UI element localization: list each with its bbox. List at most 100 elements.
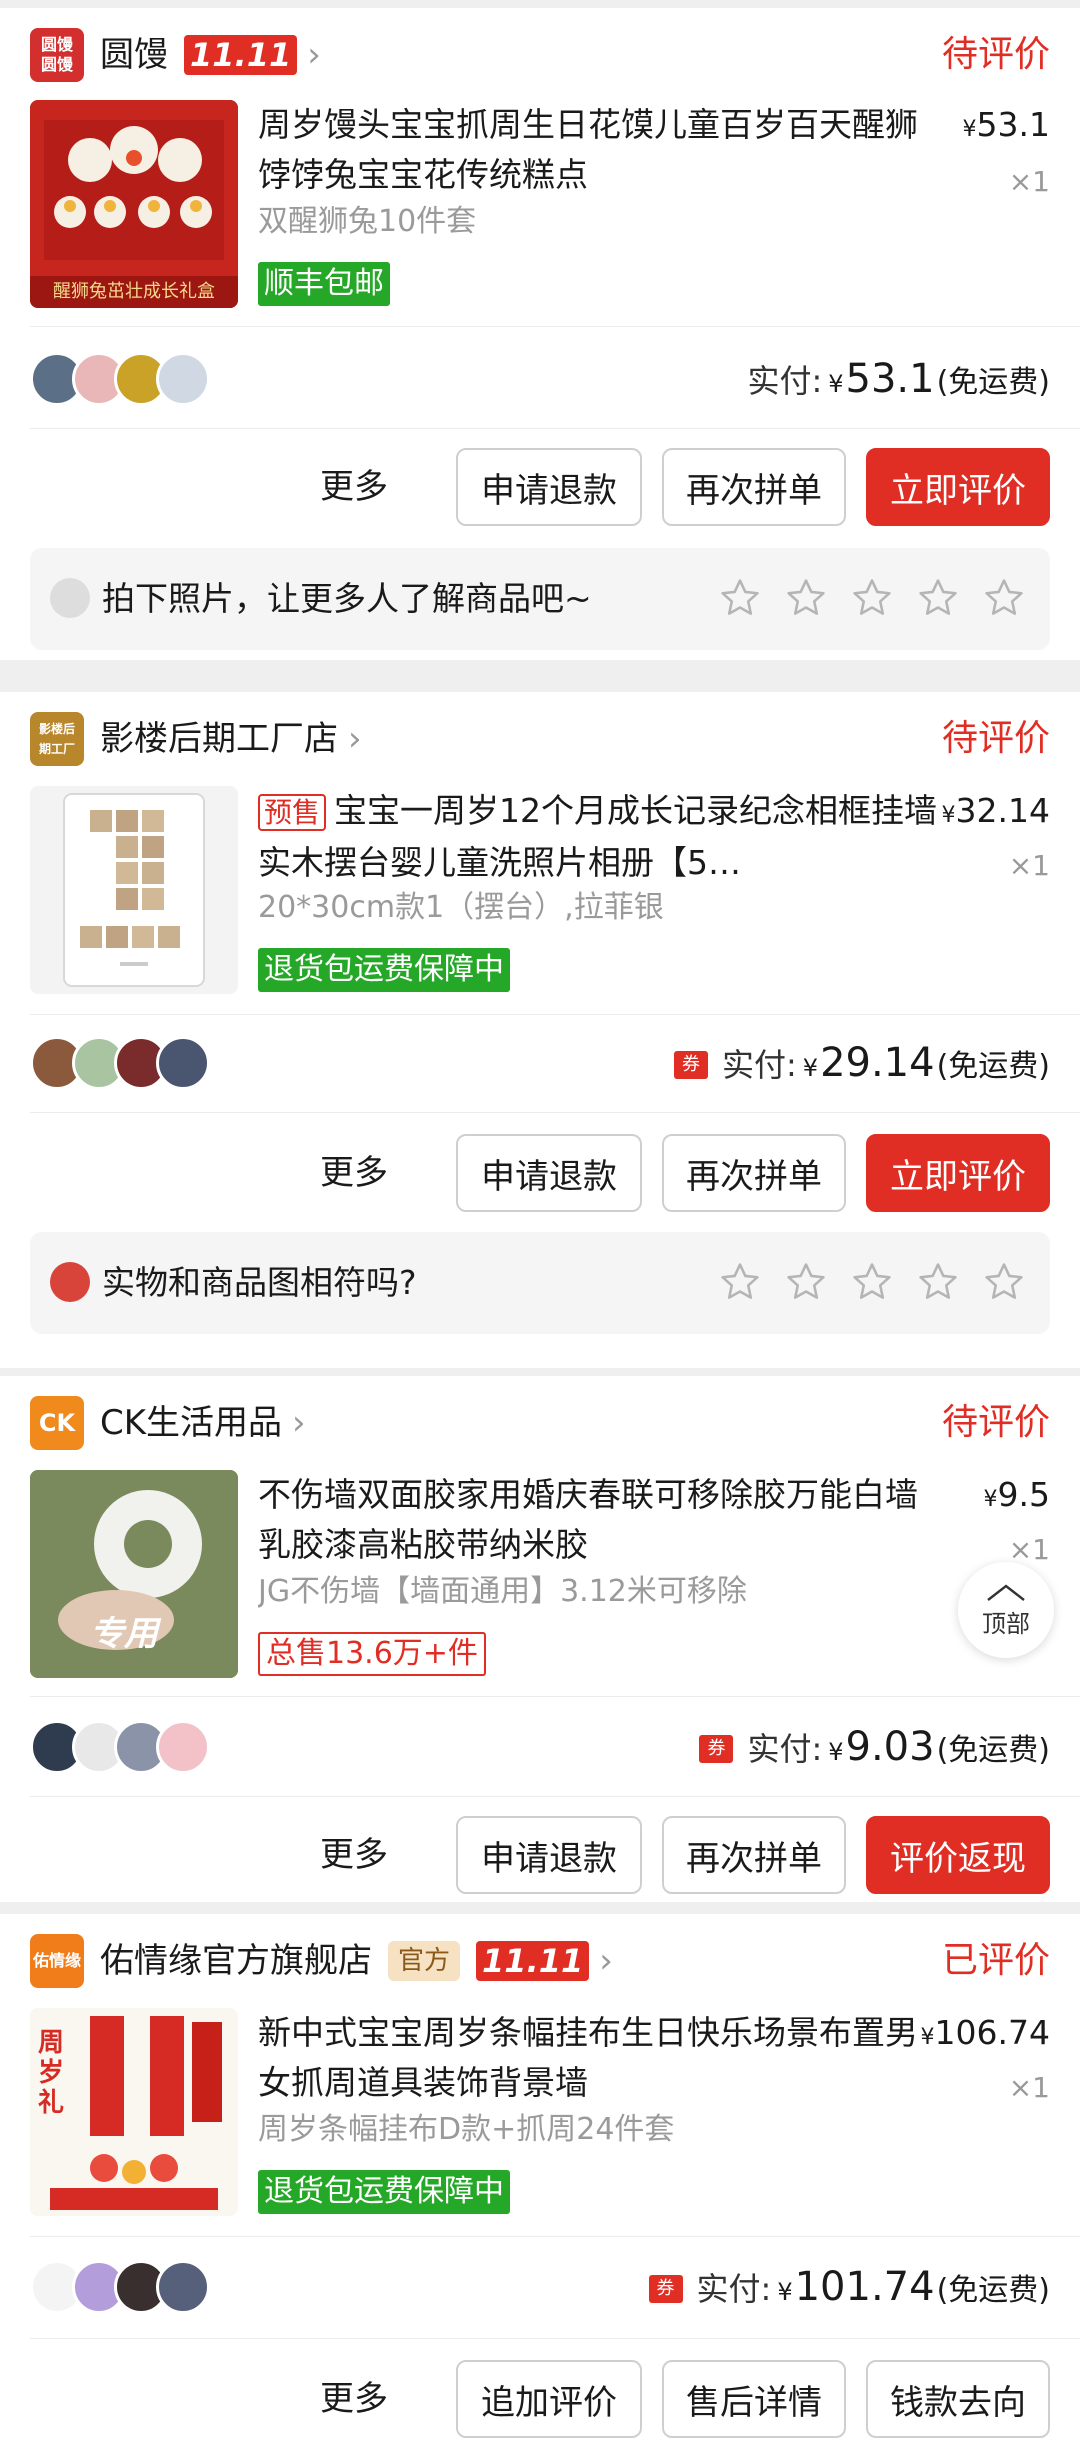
product-title[interactable]: 不伤墙双面胶家用婚庆春联可移除胶万能白墙乳胶漆高粘胶带纳米胶 bbox=[258, 1470, 938, 1570]
product-thumbnail-illustration bbox=[30, 100, 238, 308]
shop-name-link[interactable]: 佑情缘官方旗舰店 官方 11.11 › bbox=[100, 1934, 613, 1988]
shipping-tag: 顺丰包邮 bbox=[258, 262, 390, 306]
star-icon[interactable] bbox=[850, 576, 894, 620]
review-prompt-text: 拍下照片，让更多人了解商品吧~ bbox=[102, 579, 592, 618]
product-spec: JG不伤墙【墙面通用】3.12米可移除 bbox=[258, 1574, 747, 1609]
star-icon[interactable] bbox=[850, 1260, 894, 1304]
rebuy-button[interactable]: 再次拼单 bbox=[662, 1816, 846, 1894]
paid-amount: 9.03 bbox=[845, 1724, 935, 1770]
product-title[interactable]: 预售 宝宝一周岁12个月成长记录纪念相框挂墙实木摆台婴儿童洗照片相册【5… bbox=[258, 786, 938, 886]
shop-logo[interactable]: CK bbox=[30, 1396, 84, 1450]
refund-button[interactable]: 申请退款 bbox=[456, 1134, 642, 1212]
chevron-right-icon: › bbox=[348, 719, 362, 759]
order-status: 待评价 bbox=[941, 718, 1050, 759]
shop-logo[interactable]: 影楼后期工厂 bbox=[30, 712, 84, 766]
paid-summary: 券 实付: ¥ 101.74 (免运费) bbox=[648, 2260, 1050, 2319]
divider bbox=[30, 428, 1080, 429]
more-button[interactable]: 更多 bbox=[320, 1134, 388, 1212]
star-rating[interactable] bbox=[718, 1260, 1026, 1304]
chevron-right-icon: › bbox=[307, 35, 321, 75]
review-cashback-button[interactable]: 评价返现 bbox=[866, 1816, 1050, 1894]
product-price: ¥106.74 bbox=[920, 2013, 1050, 2052]
group-avatars bbox=[30, 352, 210, 406]
star-icon[interactable] bbox=[916, 1260, 960, 1304]
product-thumbnail-illustration bbox=[63, 793, 205, 987]
product-quantity: ×1 bbox=[1008, 2071, 1050, 2104]
chevron-right-icon: › bbox=[292, 1403, 306, 1443]
avatar bbox=[156, 1036, 210, 1090]
shop-logo[interactable]: 佑情缘 bbox=[30, 1934, 84, 1988]
more-button[interactable]: 更多 bbox=[320, 448, 388, 526]
product-image[interactable]: 周岁礼 bbox=[30, 2008, 238, 2216]
divider bbox=[30, 1696, 1080, 1697]
order-card-2: 影楼后期工厂 影楼后期工厂店 › 待评价 预售 宝宝一周岁12个月成长记录纪念相框… bbox=[0, 692, 1080, 1368]
chevron-right-icon: › bbox=[599, 1941, 613, 1981]
product-price: ¥9.5 bbox=[983, 1475, 1050, 1514]
paid-amount: 101.74 bbox=[794, 2264, 935, 2310]
shop-name-link[interactable]: 影楼后期工厂店 › bbox=[100, 712, 362, 766]
more-button[interactable]: 更多 bbox=[320, 1816, 388, 1894]
product-image-caption: 专用 bbox=[90, 1614, 158, 1654]
star-icon[interactable] bbox=[718, 576, 762, 620]
product-image[interactable] bbox=[30, 786, 238, 994]
official-badge: 官方 bbox=[388, 1941, 461, 1981]
more-button[interactable]: 更多 bbox=[320, 2360, 388, 2438]
double11-badge: 11.11 bbox=[476, 1941, 590, 1981]
star-rating[interactable] bbox=[718, 576, 1026, 620]
product-image[interactable]: 醒狮兔茁壮成长礼盒 bbox=[30, 100, 238, 308]
order-status: 待评价 bbox=[941, 34, 1050, 75]
star-icon[interactable] bbox=[784, 1260, 828, 1304]
after-sales-details-button[interactable]: 售后详情 bbox=[662, 2360, 846, 2438]
star-icon[interactable] bbox=[784, 576, 828, 620]
add-review-button[interactable]: 追加评价 bbox=[456, 2360, 642, 2438]
product-image-caption: 醒狮兔茁壮成长礼盒 bbox=[53, 281, 215, 302]
product-image[interactable]: 专用 bbox=[30, 1470, 238, 1678]
review-now-button[interactable]: 立即评价 bbox=[866, 448, 1050, 526]
review-now-button[interactable]: 立即评价 bbox=[866, 1134, 1050, 1212]
group-avatars bbox=[30, 1720, 210, 1774]
order-status: 已评价 bbox=[941, 1940, 1050, 1981]
rebuy-button[interactable]: 再次拼单 bbox=[662, 1134, 846, 1212]
chevron-up-icon bbox=[987, 1583, 1025, 1601]
paid-summary: 券 实付: ¥ 9.03 (免运费) bbox=[699, 1720, 1050, 1779]
divider bbox=[30, 1796, 1080, 1797]
shop-name-link[interactable]: 圆馒 11.11 › bbox=[100, 28, 321, 82]
star-icon[interactable] bbox=[982, 1260, 1026, 1304]
shop-name: CK生活用品 bbox=[100, 1403, 283, 1443]
shop-logo[interactable]: 圆馒圆馒 bbox=[30, 28, 84, 82]
product-quantity: ×1 bbox=[1008, 165, 1050, 198]
product-quantity: ×1 bbox=[1008, 849, 1050, 882]
product-spec: 双醒狮兔10件套 bbox=[258, 204, 477, 239]
group-avatars bbox=[30, 2260, 210, 2314]
back-to-top-button[interactable]: 顶部 bbox=[958, 1562, 1054, 1658]
review-prompt-bar[interactable]: 实物和商品图相符吗? bbox=[30, 1232, 1050, 1334]
rebuy-button[interactable]: 再次拼单 bbox=[662, 448, 846, 526]
coupon-icon: 券 bbox=[648, 2275, 683, 2303]
avatar bbox=[156, 1720, 210, 1774]
refund-destination-button[interactable]: 钱款去向 bbox=[866, 2360, 1050, 2438]
star-icon[interactable] bbox=[718, 1260, 762, 1304]
refund-button[interactable]: 申请退款 bbox=[456, 1816, 642, 1894]
sales-count-tag: 总售13.6万+件 bbox=[258, 1632, 486, 1676]
shop-name: 佑情缘官方旗舰店 bbox=[100, 1941, 372, 1981]
order-card-4: 佑情缘 佑情缘官方旗舰店 官方 11.11 › 已评价 周岁礼 新中式宝宝周岁条… bbox=[0, 1914, 1080, 2448]
product-title[interactable]: 新中式宝宝周岁条幅挂布生日快乐场景布置男女抓周道具装饰背景墙 bbox=[258, 2008, 938, 2108]
refund-button[interactable]: 申请退款 bbox=[456, 448, 642, 526]
product-title[interactable]: 周岁馒头宝宝抓周生日花馍儿童百岁百天醒狮饽饽兔宝宝花传统糕点 bbox=[258, 100, 938, 200]
shop-name: 影楼后期工厂店 bbox=[100, 719, 338, 759]
shop-name-link[interactable]: CK生活用品 › bbox=[100, 1396, 306, 1450]
star-icon[interactable] bbox=[982, 576, 1026, 620]
return-shipping-tag: 退货包运费保障中 bbox=[258, 948, 510, 992]
paid-amount: 29.14 bbox=[820, 1040, 935, 1086]
review-prompt-bar[interactable]: 拍下照片，让更多人了解商品吧~ bbox=[30, 548, 1050, 650]
order-card-3: CK CK生活用品 › 待评价 专用 不伤墙双面胶家用婚庆春联可移除胶万能白墙乳… bbox=[0, 1376, 1080, 1902]
emoji-avatar-icon bbox=[50, 1262, 90, 1302]
presale-badge: 预售 bbox=[258, 794, 327, 831]
review-prompt-text: 实物和商品图相符吗? bbox=[102, 1263, 417, 1302]
order-status: 待评价 bbox=[941, 1402, 1050, 1443]
return-shipping-tag: 退货包运费保障中 bbox=[258, 2170, 510, 2214]
product-spec: 周岁条幅挂布D款+抓周24件套 bbox=[258, 2112, 675, 2147]
paid-amount: 53.1 bbox=[845, 356, 935, 402]
product-price: ¥32.14 bbox=[941, 791, 1050, 830]
star-icon[interactable] bbox=[916, 576, 960, 620]
